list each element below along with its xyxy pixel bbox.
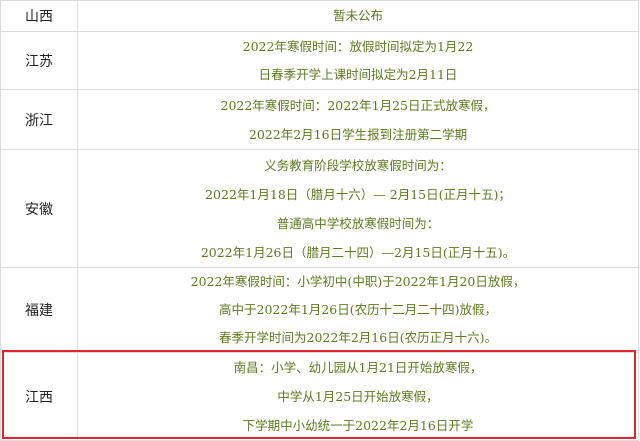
province-cell: 安徽 bbox=[0, 149, 78, 268]
vacation-schedule-sheet: 山西 暂未公布 江苏 2022年寒假时间：放假时间拟定为1月22 日春季开学上课… bbox=[0, 0, 640, 441]
province-cell: 浙江 bbox=[0, 89, 78, 150]
province-cell: 山西 bbox=[0, 0, 78, 32]
table-row: 安徽 义务教育阶段学校放寒假时间为： 2022年1月18日（腊月十六）— 2月1… bbox=[0, 149, 639, 268]
table-row: 江西 南昌：小学、幼儿园从1月21日开始放寒假， 中学从1月25日开始放寒假， … bbox=[0, 352, 639, 441]
table-row: 江苏 2022年寒假时间：放假时间拟定为1月22 日春季开学上课时间拟定为2月1… bbox=[0, 31, 639, 90]
table-row: 福建 2022年寒假时间：小学初中(中职)于2022年1月20日放假， 高中于2… bbox=[0, 267, 639, 353]
vacation-info-cell: 2022年寒假时间：小学初中(中职)于2022年1月20日放假， 高中于2022… bbox=[77, 267, 639, 353]
vacation-info-line: 高中于2022年1月26日(农历十二月二十四)放假， bbox=[219, 302, 497, 317]
vacation-info-cell: 2022年寒假时间：放假时间拟定为1月22 日春季开学上课时间拟定为2月11日 bbox=[77, 31, 639, 90]
vacation-info-line: 2022年寒假时间：2022年1月25日正式放寒假， bbox=[220, 97, 496, 113]
vacation-info-line: 暂未公布 bbox=[332, 8, 383, 23]
vacation-info-line: 2022年1月18日（腊月十六）— 2月15日(正月十五)； bbox=[205, 186, 511, 202]
vacation-info-line: 下学期中小幼统一于2022年2月16日开学 bbox=[242, 418, 474, 433]
vacation-info-line: 日春季开学上课时间拟定为2月11日 bbox=[258, 66, 458, 82]
vacation-info-line: 义务教育阶段学校放寒假时间为： bbox=[264, 157, 452, 173]
vacation-info-cell: 暂未公布 bbox=[77, 0, 639, 32]
vacation-info-cell: 2022年寒假时间：2022年1月25日正式放寒假， 2022年2月16日学生报… bbox=[77, 89, 639, 150]
vacation-info-line: 春季开学时间为2022年2月16日(农历正月十六)。 bbox=[219, 330, 497, 345]
province-cell: 福建 bbox=[0, 267, 78, 353]
vacation-info-line: 普通高中学校放寒假时间为： bbox=[276, 215, 440, 231]
vacation-schedule-table: 山西 暂未公布 江苏 2022年寒假时间：放假时间拟定为1月22 日春季开学上课… bbox=[0, 0, 639, 441]
vacation-info-line: 2022年2月16日学生报到注册第二学期 bbox=[248, 126, 468, 142]
table-row: 山西 暂未公布 bbox=[0, 0, 639, 32]
vacation-info-line: 2022年寒假时间：放假时间拟定为1月22 bbox=[242, 38, 474, 54]
vacation-info-cell: 义务教育阶段学校放寒假时间为： 2022年1月18日（腊月十六）— 2月15日(… bbox=[77, 149, 639, 268]
vacation-info-line: 南昌：小学、幼儿园从1月21日开始放寒假， bbox=[233, 360, 483, 375]
province-cell: 江苏 bbox=[0, 31, 78, 90]
table-row: 浙江 2022年寒假时间：2022年1月25日正式放寒假， 2022年2月16日… bbox=[0, 89, 639, 150]
vacation-info-cell: 南昌：小学、幼儿园从1月21日开始放寒假， 中学从1月25日开始放寒假， 下学期… bbox=[77, 352, 639, 441]
vacation-info-line: 2022年1月26日（腊月二十四）—2月15日(正月十五)。 bbox=[200, 244, 516, 260]
province-cell: 江西 bbox=[0, 352, 78, 441]
vacation-info-line: 中学从1月25日开始放寒假， bbox=[277, 389, 439, 404]
vacation-info-line: 2022年寒假时间：小学初中(中职)于2022年1月20日放假， bbox=[190, 274, 526, 289]
